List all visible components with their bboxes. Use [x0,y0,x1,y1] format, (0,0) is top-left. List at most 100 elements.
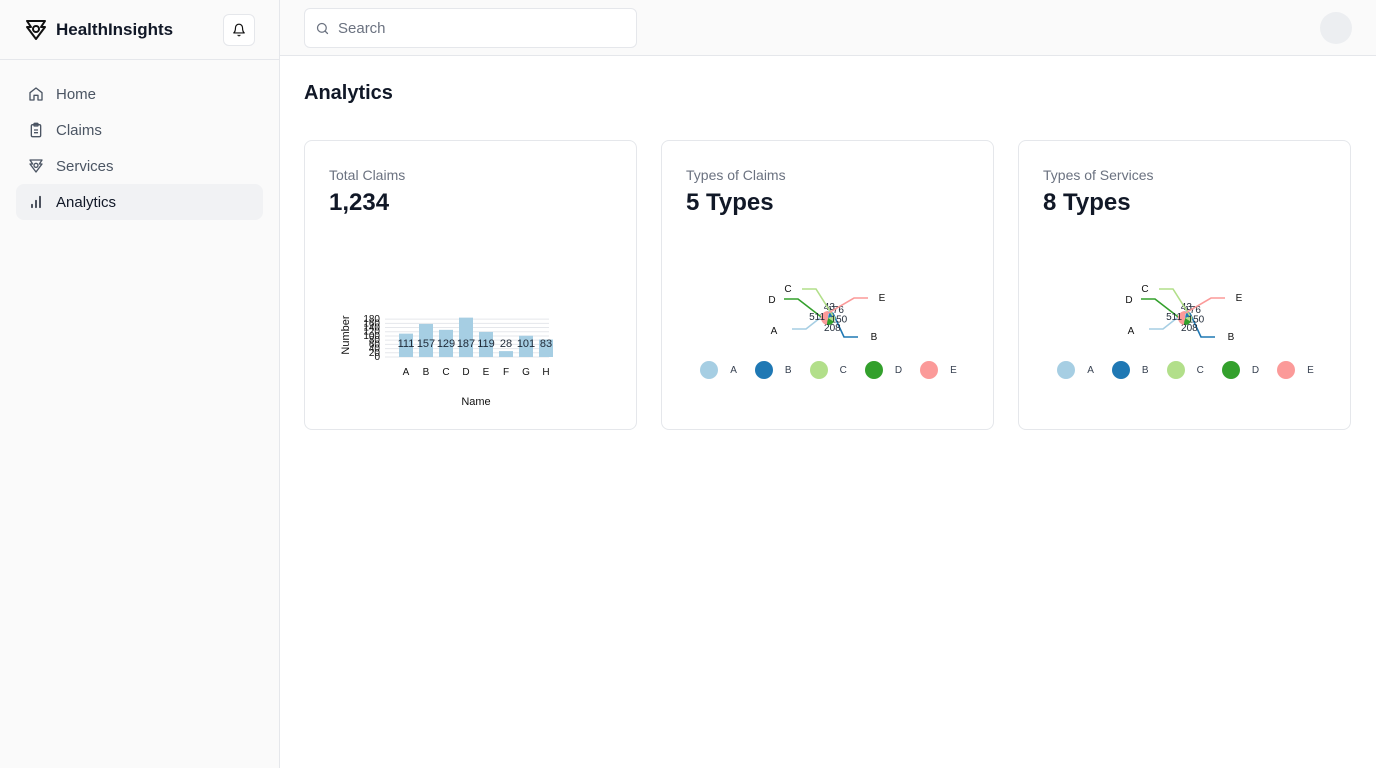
legend-swatch [920,361,939,379]
card-value: 5 Types [686,189,774,216]
sidebar-header: HealthInsights [0,0,279,60]
legend-label: B [784,364,792,376]
slice-category-label: C [784,284,791,295]
legend-item[interactable]: E [920,361,957,379]
legend-item[interactable]: D [1221,361,1260,379]
sidebar-item-label: Analytics [56,193,117,211]
bar-value-label: 28 [500,338,512,350]
legend-label: D [1251,364,1260,376]
sidebar: HealthInsights Home Claims Services Anal… [0,0,280,768]
legend-swatch [1277,361,1296,379]
legend-label: E [1307,364,1314,376]
legend: A B C D E [662,361,995,379]
legend-item[interactable]: B [1111,361,1149,379]
slice-value-label: 511 [1166,312,1182,323]
legend-label: C [1196,364,1204,376]
home-icon [28,86,44,102]
legend-swatch [864,361,883,379]
slice-category-label: D [768,295,775,306]
notifications-button[interactable] [223,14,255,46]
legend-label: E [950,364,957,376]
stat-cards: Total Claims 1,234 0 20 40 60 80 100 120 140 160… [304,140,1351,430]
y-axis-label: Number [340,315,352,354]
x-tick-label: C [442,367,449,378]
bar-value-label: 83 [540,338,552,350]
sidebar-item-claims[interactable]: Claims [16,112,263,148]
card-value: 1,234 [329,189,390,216]
bar-value-label: 157 [417,338,435,350]
slice-category-label: D [1125,295,1132,306]
bar[interactable] [499,351,513,357]
slice-category-label: E [879,293,886,304]
bar-chart-svg: 020406080100120140160180111A157B129C187D… [340,314,553,408]
legend-item[interactable]: E [1277,361,1314,379]
legend-item[interactable]: A [1057,361,1094,379]
x-tick-label: E [483,367,490,378]
x-tick-label: D [462,367,469,378]
legend-item[interactable]: A [700,361,737,379]
legend-label: A [730,364,737,376]
card-value: 8 Types [1043,189,1131,216]
x-tick-label: B [423,367,430,378]
x-tick-label: G [522,367,530,378]
sidebar-item-home[interactable]: Home [16,76,263,112]
bar-value-label: 101 [517,338,535,350]
legend-item[interactable]: B [754,361,792,379]
x-tick-label: H [542,367,549,378]
y-tick-label: 180 [363,314,380,325]
bar-chart: 0 20 40 60 80 100 120 140 160 180 111 A 157 B 129 C 187 D… [305,261,638,421]
card-label: Total Claims [329,167,406,183]
search-box[interactable] [304,8,637,48]
legend-item[interactable]: C [1166,361,1204,379]
legend-item[interactable]: D [864,361,903,379]
logo-icon [24,18,48,42]
slice-category-label: A [771,326,778,337]
brand-name: HealthInsights [56,19,174,39]
slice-category-label: A [1128,326,1135,337]
legend-swatch [809,361,828,379]
brand[interactable]: HealthInsights [24,18,173,42]
search-icon [316,22,329,34]
pie-chart-services: A 43 B 176 C 150 D 208 E 511 [1019,261,1352,421]
avatar[interactable] [1320,12,1352,44]
slice-category-label: C [1141,284,1148,295]
slice-category-label: E [1236,293,1243,304]
legend-swatch [700,361,719,379]
sidebar-item-label: Home [56,85,97,103]
legend-label: D [894,364,903,376]
pie-chart-svg: A43B176C150D208E511 [768,284,886,343]
slice-category-label: B [871,332,878,343]
bar-value-label: 119 [477,338,495,350]
legend: A B C D E [1019,361,1352,379]
x-tick-label: F [503,367,509,378]
search-input[interactable] [338,19,618,37]
legend-swatch [754,361,773,379]
legend-swatch [1111,361,1130,379]
legend-label: C [839,364,847,376]
sidebar-item-analytics[interactable]: Analytics [16,184,263,220]
x-axis-label: Name [461,396,490,408]
main-content: Analytics Total Claims 1,234 0 20 40 60 80 10… [304,56,1352,430]
bar-chart-icon [28,194,44,210]
sidebar-nav: Home Claims Services Analytics [0,60,279,236]
sidebar-item-label: Claims [56,121,102,139]
card-label: Types of Services [1043,167,1154,183]
bar-value-label: 111 [398,338,415,350]
clipboard-icon [28,122,44,138]
legend-label: A [1087,364,1094,376]
slice-category-label: B [1228,332,1235,343]
legend-item[interactable]: C [809,361,847,379]
sidebar-item-services[interactable]: Services [16,148,263,184]
pie-chart-claims: A 43 B 176 C 150 D 208 E 511 [662,261,995,421]
page-title: Analytics [304,82,393,104]
x-tick-label: A [403,367,410,378]
top-bar [280,0,1376,56]
card-types-of-claims: Types of Claims 5 Types A 43 B 176 C 150 D 208 E… [661,140,994,430]
bar-value-label: 129 [437,338,455,350]
card-label: Types of Claims [686,167,786,183]
services-icon [28,158,44,174]
legend-label: B [1141,364,1149,376]
slice-value-label: 511 [809,312,825,323]
legend-swatch [1057,361,1076,379]
card-total-claims: Total Claims 1,234 0 20 40 60 80 100 120 140 160… [304,140,637,430]
